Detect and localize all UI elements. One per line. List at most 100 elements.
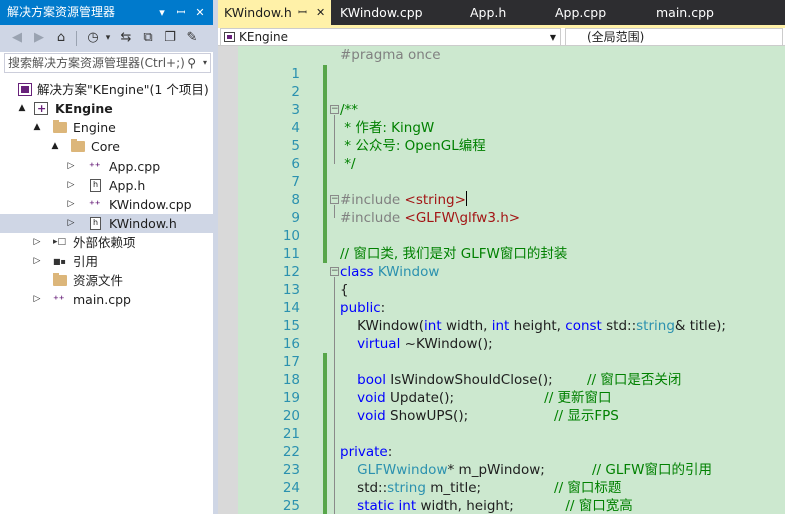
sync-icon[interactable]: ⇆ (117, 29, 135, 47)
properties-icon[interactable]: ✎ (183, 29, 201, 47)
code-token: // 窗口是否关闭 (587, 372, 682, 388)
code-line: 22 private: (218, 443, 785, 461)
expand-arrow-icon[interactable]: ▷ (32, 252, 42, 271)
expand-arrow-icon[interactable]: ▷ (66, 214, 76, 233)
line-number: 4 (291, 120, 300, 136)
solution-explorer-panel: 解决方案资源管理器 ▾ ꟷ ✕ ◀ ▶ ⌂ ◷ ▾ ⇆ ⧉ ❐ ✎ 搜索解决方案… (0, 0, 213, 514)
tree-item-main-cpp[interactable]: ▷ ⁺⁺ main.cpp (0, 290, 213, 309)
expand-arrow-icon[interactable]: ▲ (32, 118, 42, 137)
search-icon[interactable]: ⚲ (187, 54, 196, 72)
solution-explorer-title: 解决方案资源管理器 (7, 5, 116, 19)
pin-icon[interactable]: ꟷ (174, 0, 188, 25)
line-number: 8 (291, 192, 300, 208)
line-number: 21 (282, 426, 300, 442)
cpp-file-icon: ⁺⁺ (89, 198, 101, 211)
code-token: // 窗口标题 (554, 480, 622, 496)
code-token: #include (340, 210, 405, 226)
home-icon[interactable]: ⌂ (52, 29, 70, 47)
code-token: */ (340, 156, 356, 172)
search-placeholder: 搜索解决方案资源管理器(Ctrl+;) (8, 56, 185, 70)
expand-arrow-icon[interactable]: ▲ (17, 99, 27, 118)
change-marker (323, 443, 327, 461)
line-number: 5 (291, 138, 300, 154)
tab-app-cpp[interactable]: App.cpp (549, 0, 639, 25)
code-token: <string> (404, 192, 466, 208)
line-number: 12 (282, 264, 300, 280)
change-marker (323, 371, 327, 389)
tree-item-label: KEngine (55, 101, 113, 116)
expand-arrow-icon[interactable]: ▷ (66, 157, 76, 176)
tree-item-project-kengine[interactable]: ▲ KEngine (0, 99, 213, 118)
references-icon: ■▪ (53, 257, 66, 266)
code-text: void Update(); // 更新窗口 (340, 389, 611, 407)
tree-item-engine[interactable]: ▲ Engine (0, 118, 213, 137)
tree-item-resources[interactable]: 资源文件 (0, 271, 213, 290)
close-tab-icon[interactable]: ✕ (316, 0, 325, 25)
show-all-files-icon[interactable]: ❐ (161, 29, 179, 47)
collapse-all-icon[interactable]: ⧉ (139, 29, 157, 47)
project-dropdown[interactable]: KEngine ▼ (220, 28, 561, 46)
collapse-region-icon[interactable]: − (330, 267, 339, 276)
tree-item-app-cpp[interactable]: ▷ ⁺⁺ App.cpp (0, 157, 213, 176)
expand-arrow-icon[interactable]: ▲ (50, 137, 60, 156)
code-token: string (387, 480, 426, 496)
solution-explorer-search-input[interactable]: 搜索解决方案资源管理器(Ctrl+;) ⚲ ▾ (4, 53, 211, 73)
expand-arrow-icon[interactable]: ▷ (66, 176, 76, 195)
tree-item-external-deps[interactable]: ▷ ▸□ 外部依赖项 (0, 233, 213, 252)
tab-app-h[interactable]: App.h (464, 0, 544, 25)
code-token: GLFWwindow (357, 462, 448, 478)
code-token: int (398, 498, 417, 514)
tree-item-app-h[interactable]: ▷ h App.h (0, 176, 213, 195)
tree-item-label: App.cpp (109, 159, 161, 174)
filter-dropdown-icon[interactable]: ▾ (99, 29, 117, 47)
change-marker (323, 173, 327, 191)
code-token: virtual (357, 336, 401, 352)
tree-item-label: 资源文件 (73, 273, 124, 288)
back-icon[interactable]: ◀ (8, 29, 26, 47)
scope-dropdown-value: (全局范围) (587, 30, 645, 44)
code-text: #include <string> (340, 191, 467, 209)
expand-arrow-icon[interactable]: ▷ (32, 290, 42, 309)
line-number: 16 (282, 336, 300, 352)
code-text: * 作者: KingW (340, 119, 434, 137)
pin-tab-icon[interactable]: ꟷ (298, 0, 307, 25)
line-number: 13 (282, 282, 300, 298)
line-number: 7 (291, 174, 300, 190)
code-editor[interactable]: #pragma once 1 2 3−/** 4 * 作者: KingW 5 * 公众号… (218, 46, 785, 514)
search-options-dropdown-icon[interactable]: ▾ (203, 54, 207, 72)
scope-dropdown[interactable]: (全局范围) (565, 28, 783, 46)
code-line: 17 (218, 353, 785, 371)
document-tab-bar: KWindow.h ꟷ ✕ KWindow.cpp App.h App.cpp … (218, 0, 785, 25)
change-marker (323, 83, 327, 101)
code-token: : (380, 300, 386, 316)
collapse-region-icon[interactable]: − (330, 105, 339, 114)
line-number: 18 (282, 372, 300, 388)
collapse-region-icon[interactable]: − (330, 195, 339, 204)
code-text: static int width, height; // 窗口宽高 (340, 497, 633, 514)
code-line: 16 virtual ~KWindow(); (218, 335, 785, 353)
tree-item-references[interactable]: ▷ ■▪ 引用 (0, 252, 213, 271)
tree-item-kwindow-h[interactable]: ▷ h KWindow.h (0, 214, 213, 233)
code-token: : (387, 444, 393, 460)
code-line: 10 (218, 227, 785, 245)
tab-kwindow-h[interactable]: KWindow.h ꟷ ✕ (218, 0, 331, 25)
line-number: 17 (282, 354, 300, 370)
code-line-header: #pragma once (218, 46, 785, 64)
tree-item-solution[interactable]: 解决方案"KEngine"(1 个项目) (0, 80, 213, 99)
fold-guide-line (334, 205, 335, 218)
window-options-dropdown-icon[interactable]: ▾ (155, 0, 169, 25)
solution-explorer-title-bar: 解决方案资源管理器 ▾ ꟷ ✕ (0, 0, 213, 25)
cpp-file-icon: ⁺⁺ (53, 293, 65, 306)
code-token: // 窗口宽高 (565, 498, 633, 514)
close-icon[interactable]: ✕ (193, 0, 207, 25)
solution-explorer-toolbar: ◀ ▶ ⌂ ◷ ▾ ⇆ ⧉ ❐ ✎ (0, 25, 213, 52)
tab-main-cpp[interactable]: main.cpp (650, 0, 750, 25)
code-token: KWindow (377, 264, 440, 280)
expand-arrow-icon[interactable]: ▷ (66, 195, 76, 214)
tree-item-core[interactable]: ▲ Core (0, 137, 213, 156)
expand-arrow-icon[interactable]: ▷ (32, 233, 42, 252)
forward-icon[interactable]: ▶ (30, 29, 48, 47)
tab-kwindow-cpp[interactable]: KWindow.cpp (334, 0, 454, 25)
tree-item-kwindow-cpp[interactable]: ▷ ⁺⁺ KWindow.cpp (0, 195, 213, 214)
